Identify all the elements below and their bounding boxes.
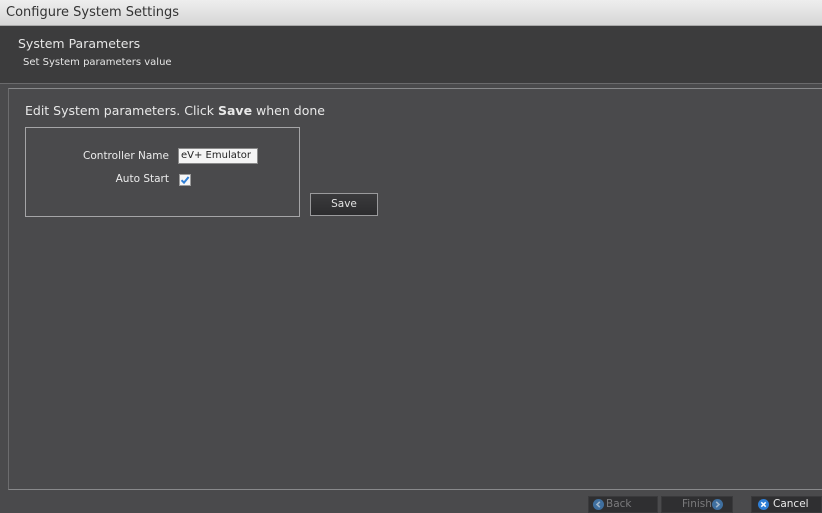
configure-system-settings-window: Configure System Settings System Paramet… (0, 0, 822, 513)
save-button[interactable]: Save (310, 193, 378, 216)
system-parameters-form: Controller Name eV+ Emulator Auto Start (25, 127, 300, 217)
checkmark-icon (180, 176, 190, 185)
controller-name-field[interactable]: eV+ Emulator (178, 148, 258, 164)
instruction-prefix: Edit System parameters. Click (25, 103, 218, 118)
auto-start-checkbox[interactable] (179, 174, 191, 186)
controller-name-label: Controller Name (83, 150, 169, 162)
back-button[interactable]: Back (588, 496, 658, 513)
back-arrow-icon (593, 499, 604, 510)
content-panel: Edit System parameters. Click Save when … (8, 88, 822, 490)
window-title: Configure System Settings (6, 5, 180, 20)
page-subtitle: Set System parameters value (23, 57, 172, 68)
instruction-text: Edit System parameters. Click Save when … (25, 103, 325, 118)
page-title: System Parameters (18, 36, 141, 51)
finish-arrow-icon (712, 499, 723, 510)
finish-button[interactable]: Finish (661, 496, 733, 513)
cancel-button-label: Cancel (773, 498, 809, 510)
back-button-label: Back (606, 498, 632, 510)
finish-button-label: Finish (682, 498, 712, 510)
wizard-footer: Back Finish Cancel (0, 491, 822, 513)
header-panel: System Parameters Set System parameters … (0, 26, 822, 84)
auto-start-label: Auto Start (115, 173, 169, 185)
close-icon (758, 499, 769, 510)
cancel-button[interactable]: Cancel (751, 496, 822, 513)
instruction-save-word: Save (217, 103, 253, 118)
instruction-suffix: when done (252, 103, 325, 118)
title-bar: Configure System Settings (0, 0, 822, 26)
